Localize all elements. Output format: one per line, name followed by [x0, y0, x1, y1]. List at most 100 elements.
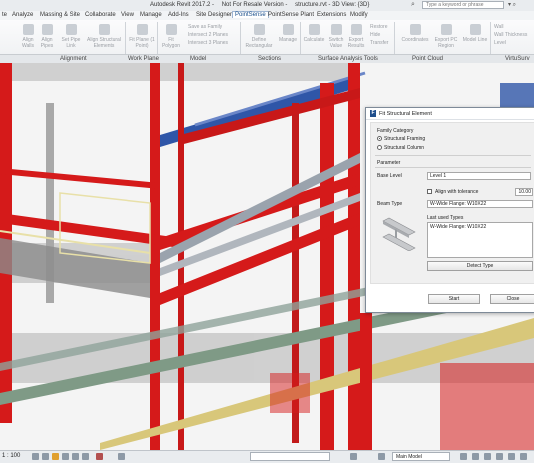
- editable-only-icon[interactable]: [378, 453, 385, 460]
- level-button[interactable]: Level: [494, 40, 506, 46]
- export-results-button[interactable]: Export Results: [347, 24, 365, 49]
- lock-view-icon[interactable]: [82, 453, 89, 460]
- status-bar: 1 : 100 Main Model: [0, 450, 534, 463]
- tab-view[interactable]: View: [121, 12, 134, 18]
- base-level-select[interactable]: Level 1: [427, 172, 531, 180]
- structural-icon: [98, 24, 110, 35]
- tab-pointsense-plant[interactable]: PointSense Plant: [268, 12, 314, 18]
- fit-structural-element-dialog: F Fit Structural Element Family Category…: [365, 107, 534, 313]
- tab-extensions[interactable]: Extensions: [317, 12, 346, 18]
- workset-dropdown[interactable]: [250, 452, 330, 461]
- switch-value-label: Switch Value: [328, 37, 344, 49]
- wall-button[interactable]: Wall: [494, 24, 504, 30]
- define-rectangular-button[interactable]: Define Rectangular: [244, 24, 274, 49]
- align-pipes-icon: [41, 24, 53, 35]
- tab-architecture[interactable]: te: [2, 12, 7, 18]
- tab-manage[interactable]: Manage: [140, 12, 162, 18]
- panel-point-cloud[interactable]: Point Cloud: [412, 56, 443, 62]
- fit-plane-label: Fit Plane (1 Point): [129, 37, 155, 49]
- structural-framing-radio[interactable]: [377, 136, 382, 141]
- panel-model[interactable]: Model: [190, 56, 206, 62]
- coordinates-button[interactable]: Coordinates: [398, 24, 432, 43]
- panel-work-plane[interactable]: Work Plane: [128, 56, 159, 62]
- beam-type-select[interactable]: W-Wide Flange: W10X22: [427, 200, 533, 208]
- dialog-title-bar[interactable]: F Fit Structural Element: [366, 108, 534, 120]
- close-button[interactable]: Close: [490, 294, 534, 304]
- structural-column-label[interactable]: Structural Column: [384, 145, 424, 151]
- sun-path-icon[interactable]: [52, 453, 59, 460]
- calculate-icon: [308, 24, 320, 35]
- hide-button[interactable]: Hide: [370, 32, 380, 38]
- panel-alignment[interactable]: Alignment: [60, 56, 87, 62]
- intersect-2-planes-button[interactable]: Intersect 2 Planes: [188, 32, 228, 38]
- worksharing-icon[interactable]: [118, 453, 125, 460]
- align-tolerance-checkbox[interactable]: [427, 189, 432, 194]
- calculate-label: Calculate: [303, 37, 325, 43]
- binoculars-icon[interactable]: ⌕: [411, 1, 415, 9]
- structural-column-radio[interactable]: [377, 145, 382, 150]
- divider: [375, 167, 531, 168]
- set-pipe-link-button[interactable]: Set Pipe Link: [60, 24, 82, 49]
- align-pipes-button[interactable]: Align Pipes: [38, 24, 56, 49]
- align-tolerance-label: Align with tolerance: [435, 189, 479, 195]
- list-item[interactable]: W-Wide Flange: W10X22: [430, 224, 486, 230]
- tab-pointsense[interactable]: PointSense: [232, 11, 269, 18]
- view-scale[interactable]: 1 : 100: [2, 453, 20, 459]
- select-underlay-icon[interactable]: [472, 453, 479, 460]
- model-line-label: Model Line: [462, 37, 488, 43]
- manage-icon: [282, 24, 294, 35]
- ribbon-panel-labels: Alignment Work Plane Model Sections Surf…: [0, 54, 534, 63]
- search-input[interactable]: Type a keyword or phrase: [422, 1, 504, 9]
- fit-polygon-button[interactable]: Fit Polygon: [160, 24, 182, 49]
- start-button[interactable]: Start: [428, 294, 480, 304]
- tab-modify[interactable]: Modify: [350, 12, 368, 18]
- panel-virtusurv[interactable]: VirtuSurv: [505, 56, 530, 62]
- title-document: structure.rvt - 3D View: {3D}: [295, 2, 370, 8]
- last-used-types-list[interactable]: W-Wide Flange: W10X22: [427, 222, 533, 258]
- detail-level-icon[interactable]: [32, 453, 39, 460]
- structural-framing-label[interactable]: Structural Framing: [384, 136, 425, 142]
- panel-sections[interactable]: Sections: [258, 56, 281, 62]
- export-pc-region-button[interactable]: Export PC Region: [434, 24, 458, 49]
- wall-thickness-button[interactable]: Wall Thickness: [494, 32, 527, 38]
- set-pipe-link-label: Set Pipe Link: [61, 37, 81, 49]
- align-walls-label: Align Walls: [21, 37, 35, 49]
- intersect-3-planes-button[interactable]: Intersect 3 Planes: [188, 40, 228, 46]
- rectangle-icon: [253, 24, 265, 35]
- filter-count-icon[interactable]: [520, 453, 527, 460]
- switch-value-button[interactable]: Switch Value: [327, 24, 345, 49]
- crop-view-icon[interactable]: [72, 453, 79, 460]
- coordinates-icon: [409, 24, 421, 35]
- transfer-button[interactable]: Transfer: [370, 40, 388, 46]
- calculate-button[interactable]: Calculate: [303, 24, 325, 43]
- tab-site-designer[interactable]: Site Designer: [196, 12, 232, 18]
- reveal-hidden-icon[interactable]: [96, 453, 103, 460]
- panel-surface-analysis[interactable]: Surface Analysis Tools: [318, 56, 378, 62]
- fit-plane-button[interactable]: Fit Plane (1 Point): [128, 24, 156, 49]
- design-option-select[interactable]: Main Model: [392, 452, 450, 461]
- visual-style-icon[interactable]: [42, 453, 49, 460]
- manage-button[interactable]: Manage: [276, 24, 300, 43]
- save-as-family-button[interactable]: Save as Family: [188, 24, 222, 30]
- align-structural-elements-button[interactable]: Align Structural Elements: [86, 24, 122, 49]
- pipe-link-icon: [65, 24, 77, 35]
- restore-button[interactable]: Restore: [370, 24, 388, 30]
- align-walls-button[interactable]: Align Walls: [20, 24, 36, 49]
- export-results-label: Export Results: [347, 37, 365, 49]
- drag-elements-icon[interactable]: [508, 453, 515, 460]
- align-pipes-label: Align Pipes: [40, 37, 54, 49]
- select-by-face-icon[interactable]: [496, 453, 503, 460]
- select-links-icon[interactable]: [460, 453, 467, 460]
- tolerance-input[interactable]: 10.00: [515, 188, 533, 196]
- model-line-button[interactable]: Model Line: [461, 24, 489, 43]
- tab-analyze[interactable]: Analyze: [12, 12, 33, 18]
- tab-add-ins[interactable]: Add-Ins: [168, 12, 189, 18]
- detect-type-button[interactable]: Detect Type: [427, 261, 533, 271]
- i-beam-icon: [382, 217, 416, 251]
- filter-icon[interactable]: [350, 453, 357, 460]
- tab-massing-site[interactable]: Massing & Site: [40, 12, 80, 18]
- window-controls-icon[interactable]: ▾ ⌕: [508, 1, 516, 9]
- shadows-icon[interactable]: [62, 453, 69, 460]
- tab-collaborate[interactable]: Collaborate: [85, 12, 116, 18]
- select-pinned-icon[interactable]: [484, 453, 491, 460]
